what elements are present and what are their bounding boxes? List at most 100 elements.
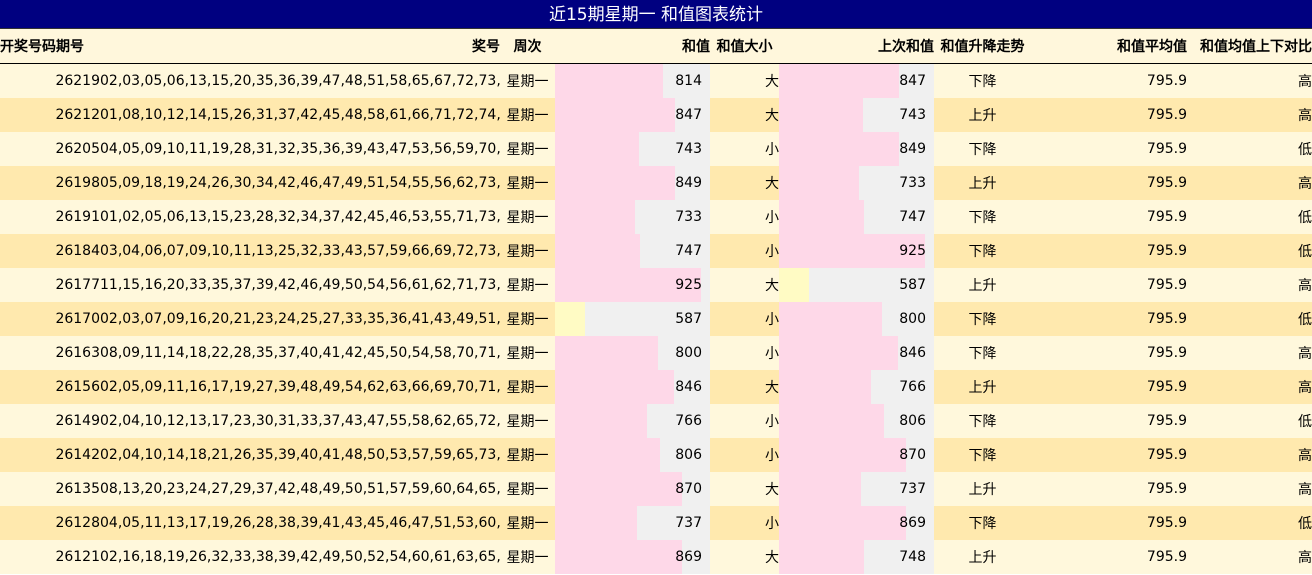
trend-cell: 下降 bbox=[934, 302, 1031, 336]
trend-cell: 下降 bbox=[934, 234, 1031, 268]
sum-cell: 814 bbox=[555, 63, 710, 98]
numbers-cell: 03,04,06,07,09,10,11,13,25,32,33,43,57,5… bbox=[100, 234, 500, 268]
weekday-cell: 星期一 bbox=[500, 370, 555, 404]
compare-cell: 高 bbox=[1187, 438, 1312, 472]
page-title: 近15期星期一 和值图表统计 bbox=[0, 0, 1312, 29]
table-row: 26170 02,03,07,09,16,20,21,23,24,25,27,33… bbox=[0, 302, 1312, 336]
prev-sum-cell-bar bbox=[779, 302, 883, 336]
sum-cell-bar bbox=[555, 336, 659, 370]
col-header-trend: 和值升降走势 bbox=[934, 29, 1031, 64]
numbers-cell: 02,16,18,19,26,32,33,38,39,42,49,50,52,5… bbox=[100, 540, 500, 574]
prev-sum-cell-bar bbox=[779, 166, 860, 200]
sum-cell-value: 733 bbox=[675, 209, 702, 225]
sum-cell: 800 bbox=[555, 336, 710, 370]
prev-sum-cell-value: 925 bbox=[899, 243, 926, 259]
weekday-cell: 星期一 bbox=[500, 404, 555, 438]
trend-cell: 上升 bbox=[934, 268, 1031, 302]
weekday-cell: 星期一 bbox=[500, 268, 555, 302]
weekday-cell: 星期一 bbox=[500, 166, 555, 200]
compare-cell: 高 bbox=[1187, 98, 1312, 132]
numbers-cell: 02,03,05,06,13,15,20,35,36,39,47,48,51,5… bbox=[100, 63, 500, 98]
prev-sum-cell: 733 bbox=[779, 166, 934, 200]
sum-cell-bar bbox=[555, 506, 637, 540]
col-header-sum: 和值 bbox=[555, 29, 710, 64]
period-cell: 26121 bbox=[0, 540, 100, 574]
avg-cell: 795.9 bbox=[1031, 472, 1187, 506]
sum-cell-value: 925 bbox=[675, 277, 702, 293]
compare-cell: 高 bbox=[1187, 370, 1312, 404]
prev-sum-cell-value: 737 bbox=[899, 481, 926, 497]
prev-sum-cell-value: 870 bbox=[899, 447, 926, 463]
avg-cell: 795.9 bbox=[1031, 166, 1187, 200]
numbers-cell: 02,04,10,12,13,17,23,30,31,33,37,43,47,5… bbox=[100, 404, 500, 438]
weekday-cell: 星期一 bbox=[500, 98, 555, 132]
trend-cell: 下降 bbox=[934, 200, 1031, 234]
sum-cell-value: 814 bbox=[675, 73, 702, 89]
sum-cell: 846 bbox=[555, 370, 710, 404]
size-cell: 小 bbox=[710, 404, 779, 438]
prev-sum-cell: 800 bbox=[779, 302, 934, 336]
avg-cell: 795.9 bbox=[1031, 438, 1187, 472]
table-row: 26219 02,03,05,06,13,15,20,35,36,39,47,48… bbox=[0, 63, 1312, 98]
trend-cell: 下降 bbox=[934, 506, 1031, 540]
weekday-cell: 星期一 bbox=[500, 506, 555, 540]
sum-cell-bar bbox=[555, 234, 641, 268]
table-row: 26142 02,04,10,14,18,21,26,35,39,40,41,48… bbox=[0, 438, 1312, 472]
trend-cell: 上升 bbox=[934, 370, 1031, 404]
numbers-cell: 08,13,20,23,24,27,29,37,42,48,49,50,51,5… bbox=[100, 472, 500, 506]
prev-sum-cell-value: 846 bbox=[899, 345, 926, 361]
prev-sum-cell-value: 743 bbox=[899, 107, 926, 123]
size-cell: 大 bbox=[710, 472, 779, 506]
size-cell: 小 bbox=[710, 506, 779, 540]
compare-cell: 低 bbox=[1187, 404, 1312, 438]
sum-cell-value: 847 bbox=[675, 107, 702, 123]
avg-cell: 795.9 bbox=[1031, 370, 1187, 404]
table-row: 26184 03,04,06,07,09,10,11,13,25,32,33,43… bbox=[0, 234, 1312, 268]
avg-cell: 795.9 bbox=[1031, 540, 1187, 574]
trend-cell: 下降 bbox=[934, 336, 1031, 370]
prev-sum-cell-bar bbox=[779, 200, 865, 234]
compare-cell: 高 bbox=[1187, 540, 1312, 574]
size-cell: 大 bbox=[710, 370, 779, 404]
sum-cell-bar bbox=[555, 302, 585, 336]
sum-cell-value: 737 bbox=[675, 515, 702, 531]
numbers-cell: 04,05,11,13,17,19,26,28,38,39,41,43,45,4… bbox=[100, 506, 500, 540]
sum-cell-value: 747 bbox=[675, 243, 702, 259]
numbers-cell: 05,09,18,19,24,26,30,34,42,46,47,49,51,5… bbox=[100, 166, 500, 200]
period-cell: 26212 bbox=[0, 98, 100, 132]
numbers-cell: 08,09,11,14,18,22,28,35,37,40,41,42,45,5… bbox=[100, 336, 500, 370]
table-row: 26191 01,02,05,06,13,15,23,28,32,34,37,42… bbox=[0, 200, 1312, 234]
sum-cell: 925 bbox=[555, 268, 710, 302]
prev-sum-cell-bar bbox=[779, 336, 899, 370]
numbers-cell: 01,02,05,06,13,15,23,28,32,34,37,42,45,4… bbox=[100, 200, 500, 234]
prev-sum-cell: 766 bbox=[779, 370, 934, 404]
compare-cell: 高 bbox=[1187, 268, 1312, 302]
avg-cell: 795.9 bbox=[1031, 404, 1187, 438]
period-cell: 26184 bbox=[0, 234, 100, 268]
prev-sum-cell-value: 849 bbox=[899, 141, 926, 157]
prev-sum-cell-bar bbox=[779, 404, 885, 438]
sum-cell-bar bbox=[555, 370, 675, 404]
prev-sum-cell: 849 bbox=[779, 132, 934, 166]
period-cell: 26135 bbox=[0, 472, 100, 506]
numbers-cell: 02,05,09,11,16,17,19,27,39,48,49,54,62,6… bbox=[100, 370, 500, 404]
size-cell: 大 bbox=[710, 166, 779, 200]
prev-sum-cell-bar bbox=[779, 64, 899, 98]
table-row: 26177 11,15,16,20,33,35,37,39,42,46,49,50… bbox=[0, 268, 1312, 302]
compare-cell: 低 bbox=[1187, 200, 1312, 234]
weekday-cell: 星期一 bbox=[500, 200, 555, 234]
table-row: 26156 02,05,09,11,16,17,19,27,39,48,49,54… bbox=[0, 370, 1312, 404]
size-cell: 小 bbox=[710, 336, 779, 370]
size-cell: 小 bbox=[710, 132, 779, 166]
sum-cell-value: 849 bbox=[675, 175, 702, 191]
col-header-period: 开奖号码期号 bbox=[0, 29, 100, 64]
weekday-cell: 星期一 bbox=[500, 234, 555, 268]
prev-sum-cell: 925 bbox=[779, 234, 934, 268]
col-header-weekday: 周次 bbox=[500, 29, 555, 64]
sum-cell-bar bbox=[555, 540, 683, 574]
compare-cell: 低 bbox=[1187, 302, 1312, 336]
table-row: 26149 02,04,10,12,13,17,23,30,31,33,37,43… bbox=[0, 404, 1312, 438]
sum-cell-value: 766 bbox=[675, 413, 702, 429]
avg-cell: 795.9 bbox=[1031, 234, 1187, 268]
size-cell: 小 bbox=[710, 438, 779, 472]
